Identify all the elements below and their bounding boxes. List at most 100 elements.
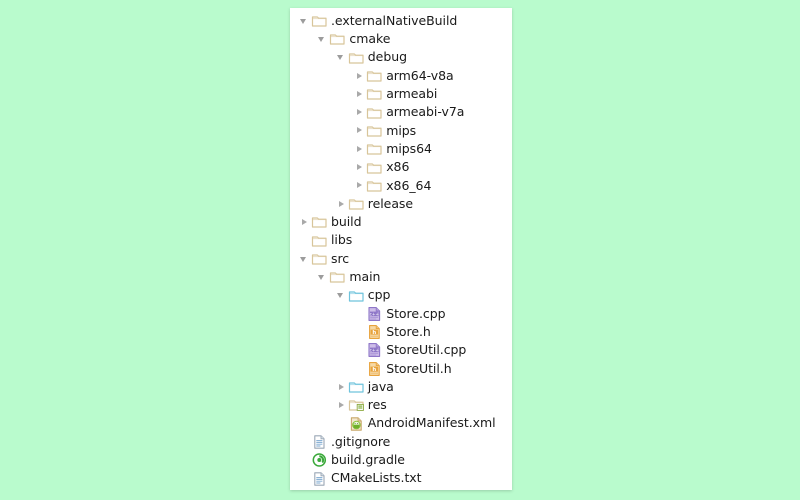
- folder-tan-icon: [366, 86, 383, 102]
- tree-row-label: release: [367, 195, 414, 211]
- tree-row[interactable]: debug: [290, 49, 512, 67]
- file-cpp-icon: c++: [366, 306, 383, 322]
- tree-row[interactable]: armeabi: [290, 85, 512, 103]
- file-text-icon: [311, 471, 328, 487]
- chevron-right-icon[interactable]: [298, 213, 311, 231]
- chevron-right-icon[interactable]: [335, 378, 348, 396]
- tree-row[interactable]: cmake: [290, 30, 512, 48]
- chevron-down-icon[interactable]: [316, 30, 329, 48]
- tree-row-label: armeabi: [386, 86, 438, 102]
- tree-row-label: mips: [386, 122, 417, 138]
- tree-row[interactable]: src: [290, 250, 512, 268]
- tree-row-label: x86: [386, 159, 410, 175]
- folder-blue-icon: [348, 379, 365, 395]
- tree-row-label: cmake: [349, 31, 391, 47]
- tree-row[interactable]: release: [290, 195, 512, 213]
- tree-row-label: src: [331, 250, 350, 266]
- svg-text:c++: c++: [370, 348, 380, 353]
- chevron-right-icon[interactable]: [353, 177, 366, 195]
- tree-row[interactable]: libs: [290, 232, 512, 250]
- file-android-icon: [348, 416, 365, 432]
- folder-tan-icon: [311, 251, 328, 267]
- tree-row[interactable]: x86: [290, 158, 512, 176]
- folder-tan-icon: [366, 105, 383, 121]
- tree-row-label: .gitignore: [331, 433, 391, 449]
- screen: .externalNativeBuild cmake debug arm64-v8a a…: [0, 0, 800, 500]
- tree-row[interactable]: .gitignore: [290, 433, 512, 451]
- project-tree-panel: .externalNativeBuild cmake debug arm64-v8a a…: [290, 8, 512, 490]
- tree-row-label: build: [331, 214, 362, 230]
- tree-row-label: main: [349, 269, 381, 285]
- chevron-right-icon[interactable]: [353, 85, 366, 103]
- folder-tan-icon: [311, 214, 328, 230]
- tree-row[interactable]: build.gradle: [290, 451, 512, 469]
- tree-row[interactable]: mips: [290, 122, 512, 140]
- tree-row[interactable]: AndroidManifest.xml: [290, 415, 512, 433]
- file-text-icon: [311, 434, 328, 450]
- folder-tan-icon: [311, 233, 328, 249]
- tree-row-label: build.gradle: [331, 452, 405, 468]
- folder-tan-icon: [366, 178, 383, 194]
- folder-tan-icon: [366, 123, 383, 139]
- tree-row[interactable]: main: [290, 268, 512, 286]
- tree-row-label: Store.h: [386, 323, 431, 339]
- tree-row[interactable]: c++ Store.cpp: [290, 305, 512, 323]
- folder-res-icon: [348, 397, 365, 413]
- tree-row[interactable]: armeabi-v7a: [290, 103, 512, 121]
- file-cpp-icon: c++: [366, 342, 383, 358]
- tree-row-label: libs: [331, 232, 353, 248]
- tree-row[interactable]: h Store.h: [290, 323, 512, 341]
- folder-tan-icon: [311, 13, 328, 29]
- tree-row-label: CMakeLists.txt: [331, 470, 422, 486]
- chevron-right-icon[interactable]: [353, 67, 366, 85]
- tree-row-label: mips64: [386, 140, 432, 156]
- folder-blue-icon: [348, 288, 365, 304]
- tree-row[interactable]: .externalNativeBuild: [290, 12, 512, 30]
- chevron-down-icon[interactable]: [298, 12, 311, 30]
- folder-tan-icon: [366, 68, 383, 84]
- svg-text:h: h: [373, 367, 377, 373]
- folder-tan-icon: [366, 141, 383, 157]
- chevron-right-icon[interactable]: [335, 396, 348, 414]
- chevron-down-icon[interactable]: [316, 268, 329, 286]
- file-header-icon: h: [366, 361, 383, 377]
- svg-text:h: h: [373, 330, 377, 336]
- tree-row[interactable]: build: [290, 213, 512, 231]
- tree-row[interactable]: res: [290, 396, 512, 414]
- file-header-icon: h: [366, 324, 383, 340]
- chevron-right-icon[interactable]: [353, 140, 366, 158]
- folder-tan-icon: [329, 31, 346, 47]
- tree-row[interactable]: java: [290, 378, 512, 396]
- tree-row[interactable]: h StoreUtil.h: [290, 360, 512, 378]
- tree-row[interactable]: c++ StoreUtil.cpp: [290, 341, 512, 359]
- tree-row[interactable]: arm64-v8a: [290, 67, 512, 85]
- chevron-right-icon[interactable]: [353, 122, 366, 140]
- file-gradle-icon: [311, 452, 328, 468]
- tree-row-label: java: [367, 378, 394, 394]
- chevron-right-icon[interactable]: [353, 159, 366, 177]
- tree-row-label: arm64-v8a: [386, 67, 454, 83]
- chevron-right-icon[interactable]: [353, 104, 366, 122]
- folder-tan-icon: [348, 50, 365, 66]
- chevron-down-icon[interactable]: [335, 49, 348, 67]
- tree-row[interactable]: mips64: [290, 140, 512, 158]
- tree-row[interactable]: x86_64: [290, 177, 512, 195]
- tree-row[interactable]: cpp: [290, 286, 512, 304]
- folder-tan-icon: [348, 196, 365, 212]
- chevron-right-icon[interactable]: [335, 195, 348, 213]
- file-tree[interactable]: .externalNativeBuild cmake debug arm64-v8a a…: [290, 12, 512, 488]
- folder-tan-icon: [329, 269, 346, 285]
- tree-row-label: StoreUtil.cpp: [386, 342, 467, 358]
- chevron-down-icon[interactable]: [298, 250, 311, 268]
- tree-row[interactable]: CMakeLists.txt: [290, 469, 512, 487]
- chevron-down-icon[interactable]: [335, 287, 348, 305]
